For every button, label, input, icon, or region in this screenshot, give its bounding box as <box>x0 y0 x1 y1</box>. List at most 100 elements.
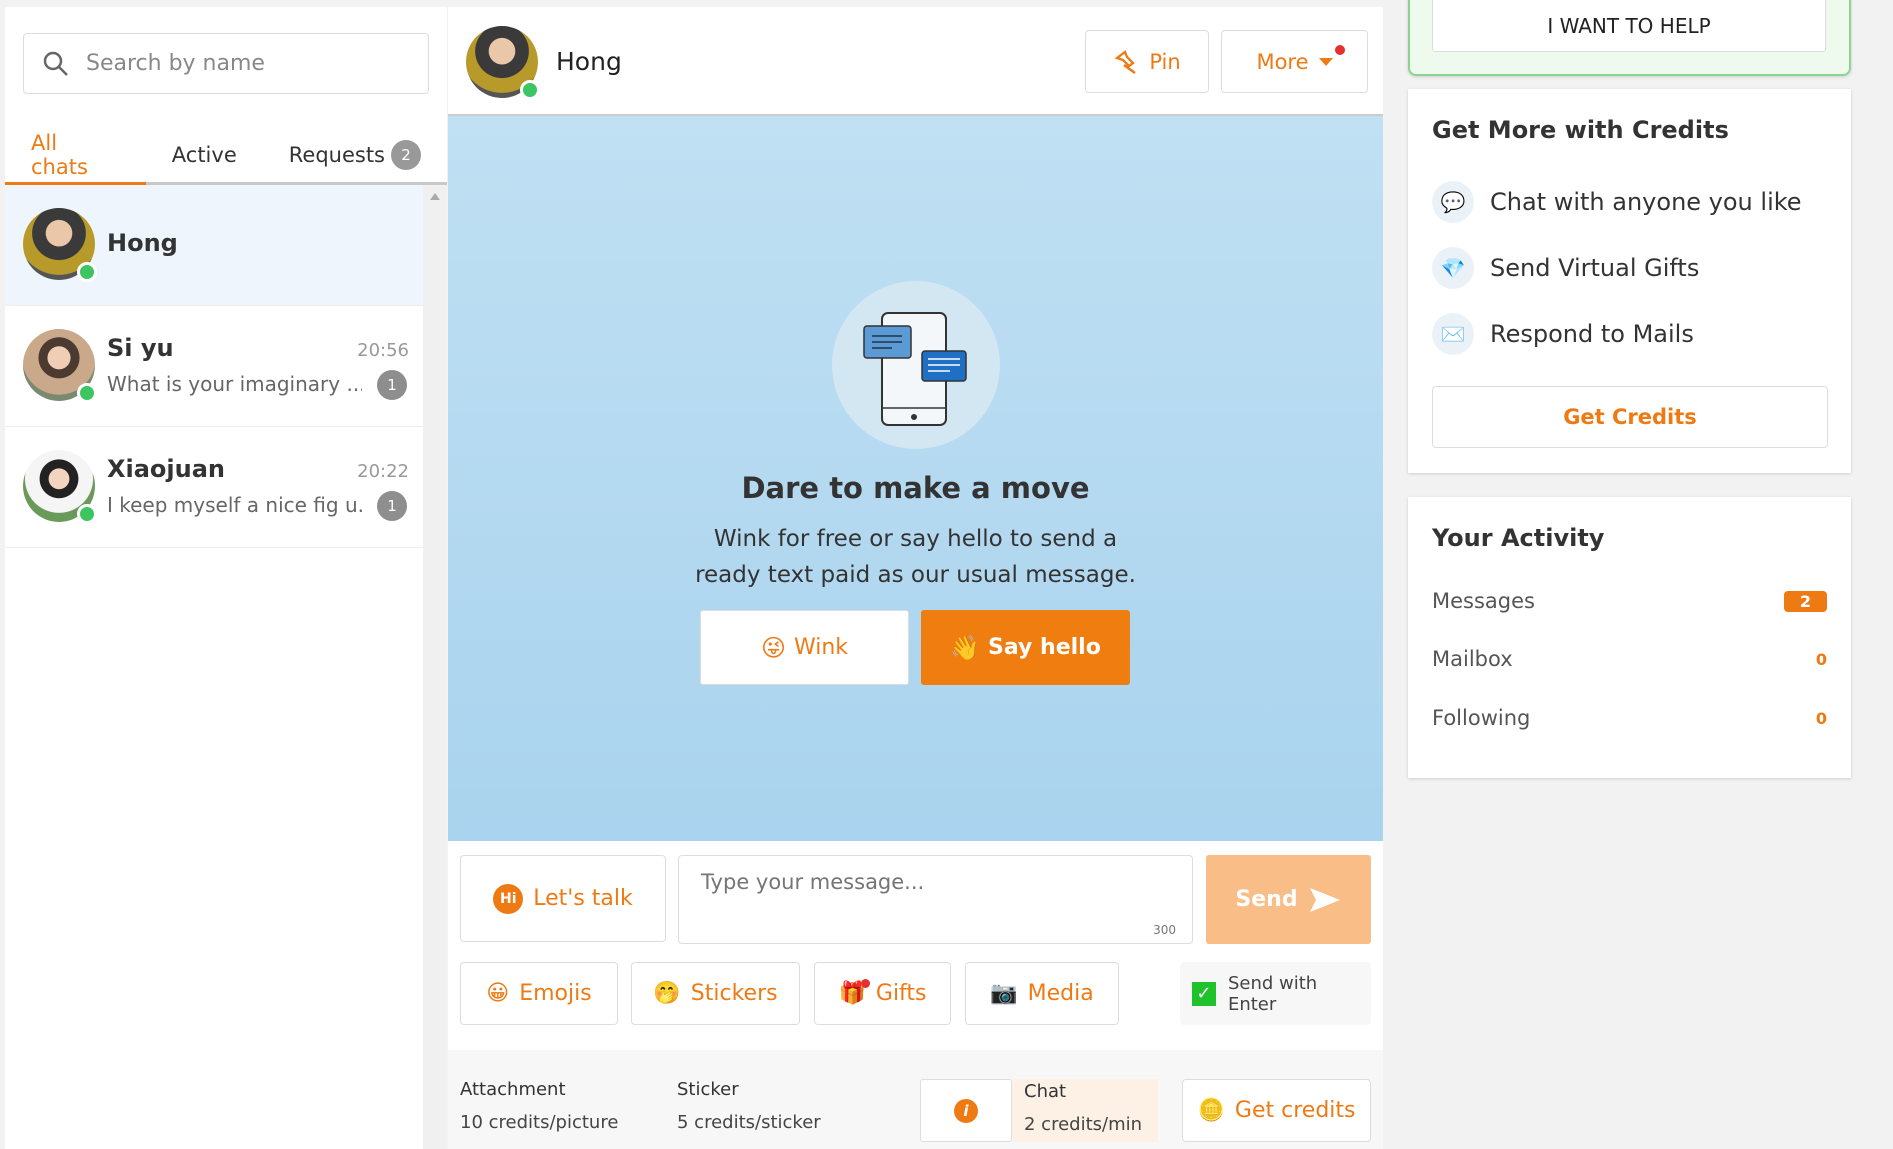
get-credits-button[interactable]: Get Credits <box>1432 386 1828 448</box>
pin-button[interactable]: Pin <box>1085 30 1209 93</box>
chat-price: 2 credits/min <box>1024 1114 1143 1135</box>
messages-count-badge: 2 <box>1783 590 1827 612</box>
activity-following[interactable]: Following 0 <box>1432 706 1827 730</box>
stickers-button[interactable]: 🤭 Stickers <box>631 962 800 1025</box>
message-input[interactable] <box>679 856 1192 943</box>
contact-name: Xiaojuan <box>107 455 226 483</box>
activity-messages[interactable]: Messages 2 <box>1432 589 1827 613</box>
more-label: More <box>1256 49 1309 74</box>
chat-list-item[interactable]: Hong <box>5 185 423 306</box>
send-with-enter-toggle[interactable]: ✓ Send with Enter <box>1180 962 1371 1025</box>
contact-name: Si yu <box>107 334 174 362</box>
online-indicator <box>520 80 540 100</box>
chat-label: Chat <box>1024 1081 1067 1102</box>
tab-active[interactable]: Active <box>146 127 263 182</box>
online-indicator <box>77 262 97 282</box>
get-credits-label: Get credits <box>1234 1098 1356 1123</box>
search-box[interactable] <box>23 33 429 94</box>
message-input-box[interactable]: 300 <box>678 855 1193 944</box>
tab-all-chats[interactable]: All chats <box>5 127 146 185</box>
empty-chat-area: Dare to make a move Wink for free or say… <box>448 116 1383 841</box>
mailbox-count: 0 <box>1815 649 1827 669</box>
description-line: ready text paid as our usual message. <box>695 562 1136 588</box>
chat-list-scrollbar[interactable] <box>423 185 447 1149</box>
send-button[interactable]: Send <box>1206 855 1371 944</box>
activity-label: Mailbox <box>1432 647 1513 671</box>
message-time: 20:22 <box>357 461 409 482</box>
notification-dot <box>860 979 870 988</box>
pin-icon <box>1114 49 1137 74</box>
media-button[interactable]: 📷 Media <box>965 962 1119 1025</box>
attachment-price: 10 credits/picture <box>460 1112 619 1133</box>
send-with-enter-label: Send with Enter <box>1227 972 1318 1015</box>
stickers-label: Stickers <box>690 981 778 1006</box>
char-limit: 300 <box>1153 923 1176 937</box>
feature-item: 💎 Send Virtual Gifts <box>1432 247 1699 289</box>
lets-talk-label: Let's talk <box>533 886 633 911</box>
info-button[interactable]: i <box>920 1079 1012 1142</box>
coins-icon: 🪙 <box>1197 1098 1225 1123</box>
search-input[interactable] <box>86 51 406 76</box>
i-want-to-help-button[interactable]: I WANT TO HELP <box>1432 0 1826 52</box>
online-indicator <box>77 504 97 524</box>
unread-badge: 1 <box>377 491 407 521</box>
credits-title: Get More with Credits <box>1432 116 1729 144</box>
diamond-icon: 💎 <box>1432 247 1474 289</box>
pin-label: Pin <box>1149 49 1181 74</box>
phone-chat-illustration <box>832 281 1000 449</box>
empty-state-description: Wink for free or say hello to send a read… <box>448 521 1383 593</box>
message-preview: What is your imaginary ... <box>107 372 362 396</box>
emojis-button[interactable]: 😀 Emojis <box>460 962 618 1025</box>
following-count: 0 <box>1815 708 1827 728</box>
sticker-icon: 🤭 <box>653 981 681 1006</box>
caret-down-icon <box>1318 57 1333 66</box>
checkbox-checked-icon[interactable]: ✓ <box>1192 981 1216 1006</box>
feature-label: Chat with anyone you like <box>1490 188 1802 216</box>
chat-list-panel: All chats Active Requests2 Hong Si yu 20… <box>5 7 447 1149</box>
info-icon: i <box>954 1098 978 1123</box>
conversation-header: Hong Pin More <box>448 7 1383 116</box>
tab-label: Requests <box>288 142 385 167</box>
description-line: Wink for free or say hello to send a <box>713 526 1118 552</box>
activity-label: Messages <box>1432 589 1535 613</box>
smiley-icon: 😀 <box>486 981 510 1006</box>
gifts-button[interactable]: 🎁 Gifts <box>814 962 951 1025</box>
chat-list-item[interactable]: Xiaojuan 20:22 I keep myself a nice fig … <box>5 427 423 548</box>
avatar[interactable] <box>466 26 540 100</box>
unread-badge: 1 <box>377 370 407 400</box>
online-indicator <box>77 383 97 403</box>
get-credits-label: Get Credits <box>1563 405 1697 429</box>
tab-requests[interactable]: Requests 2 <box>263 127 447 182</box>
emojis-label: Emojis <box>519 981 592 1006</box>
requests-badge: 2 <box>391 139 421 170</box>
get-credits-button[interactable]: 🪙 Get credits <box>1182 1079 1371 1142</box>
say-hello-button[interactable]: 👋 Say hello <box>921 610 1130 685</box>
pricing-footer: Attachment 10 credits/picture Sticker 5 … <box>448 1050 1383 1149</box>
chat-price-box: Chat 2 credits/min <box>1012 1079 1158 1142</box>
message-time: 20:56 <box>357 340 409 361</box>
wink-emoji-icon: 😜 <box>760 633 786 662</box>
more-button[interactable]: More <box>1221 30 1368 93</box>
camera-icon: 📷 <box>990 981 1018 1006</box>
chat-tabs: All chats Active Requests 2 <box>5 127 447 185</box>
wink-label: Wink <box>793 635 849 660</box>
contact-name[interactable]: Hong <box>556 47 622 76</box>
credits-card: Get More with Credits 💬 Chat with anyone … <box>1408 89 1851 473</box>
activity-mailbox[interactable]: Mailbox 0 <box>1432 647 1827 671</box>
avatar <box>23 329 97 403</box>
feature-item: ✉️ Respond to Mails <box>1432 313 1694 355</box>
attachment-label: Attachment <box>460 1079 566 1100</box>
chat-list-item[interactable]: Si yu 20:56 What is your imaginary ... 1 <box>5 306 423 427</box>
sticker-label: Sticker <box>677 1079 739 1100</box>
tab-label: All chats <box>31 130 88 179</box>
empty-state-title: Dare to make a move <box>741 471 1090 505</box>
avatar <box>23 450 97 524</box>
search-icon <box>43 51 68 76</box>
gift-icon: 🎁 <box>838 979 870 1006</box>
hi-bubble-icon: Hi <box>493 883 524 914</box>
scroll-up-arrow[interactable] <box>430 193 440 200</box>
lets-talk-button[interactable]: Hi Let's talk <box>460 855 666 942</box>
tab-label: Active <box>171 142 237 167</box>
wink-button[interactable]: 😜 Wink <box>700 610 909 685</box>
say-hello-label: Say hello <box>988 635 1101 660</box>
